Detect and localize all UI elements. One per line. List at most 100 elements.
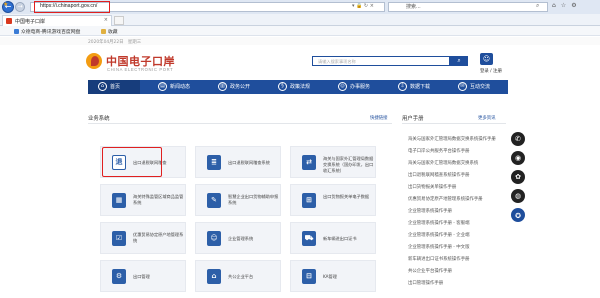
- manual-link[interactable]: 海关与国家外汇管理局数据交换系统: [408, 160, 478, 166]
- business-more-link[interactable]: 快捷链接: [370, 115, 388, 121]
- logo-icon[interactable]: [86, 53, 102, 69]
- window-icons[interactable]: ⌂☆⚙: [552, 2, 582, 9]
- home-icon: ⌂: [98, 82, 107, 91]
- favorites-star-icon[interactable]: ★: [3, 1, 8, 8]
- card-label: 智慧企业出口货物辅助申报系统: [228, 194, 279, 205]
- nav-item-label: 数据下载: [410, 84, 431, 90]
- card-label: 出口退税联网稽查系统: [228, 160, 270, 165]
- favorite-folder-icon: [101, 29, 106, 34]
- card-icon: ⌂: [207, 269, 221, 284]
- nav-item-label: 政务公开: [230, 84, 251, 90]
- card-label: 共公企业平台: [228, 274, 254, 279]
- manual-link[interactable]: 企业管理系统操作手册 - 客服端: [408, 220, 469, 226]
- service-icon: ◎: [338, 82, 347, 91]
- business-card[interactable]: ⚙ 出口管理: [100, 260, 186, 292]
- wechat-icon[interactable]: ✿: [511, 170, 525, 184]
- nav-item-label: 办事服务: [350, 84, 371, 90]
- manual-title: 用户手册: [402, 116, 424, 122]
- law-icon: §: [278, 82, 287, 91]
- business-card[interactable]: ☺ 企业管理系统: [195, 222, 281, 254]
- browser-search-placeholder[interactable]: 搜索...: [406, 3, 421, 10]
- qq-icon[interactable]: ◉: [511, 151, 525, 165]
- nav-item-label: 互动交流: [470, 84, 491, 90]
- manual-link[interactable]: 海关与国家外汇管理局数据交换系统操作手册: [408, 136, 496, 142]
- new-tab-button[interactable]: [114, 16, 124, 25]
- card-icon: ⊞: [302, 193, 316, 208]
- manual-link[interactable]: 优惠贸易协定原产地管理系统操作手册: [408, 196, 483, 202]
- nav-item-label: 政策法规: [290, 84, 311, 90]
- nav-item[interactable]: ⌂ 首页: [88, 80, 140, 94]
- tab-active[interactable]: 中国电子口岸 ×: [2, 15, 112, 26]
- nav-item[interactable]: ▥ 政务公开: [208, 80, 260, 94]
- nav-item[interactable]: § 政策法规: [268, 80, 320, 94]
- manual-link[interactable]: 出口货物报关单操作手册: [408, 184, 456, 190]
- nav-item-label: 首页: [110, 84, 121, 90]
- divider: [402, 123, 506, 124]
- user-icon[interactable]: ☺: [480, 53, 493, 65]
- close-icon[interactable]: ×: [104, 17, 108, 23]
- manual-link[interactable]: 共公企业平台操作手册: [408, 268, 452, 274]
- card-icon: ⊟: [302, 269, 316, 284]
- card-label: 出口货物报关单电子数据: [323, 194, 370, 199]
- card-icon: ☑: [112, 231, 126, 246]
- manual-link[interactable]: 新车辆进出口证书系统操作手册: [408, 256, 469, 262]
- site-search-button[interactable]: ⌕: [450, 56, 468, 66]
- nav-item[interactable]: ▤ 新闻动态: [148, 80, 200, 94]
- card-label: 海关特殊监管区域商品监管系统: [133, 194, 184, 205]
- url-tools[interactable]: ▾ 🔒 ↻ ×: [352, 3, 374, 9]
- business-card[interactable]: ⊞ 出口货物报关单电子数据: [290, 184, 376, 216]
- nav-item[interactable]: ✉ 互动交流: [448, 80, 500, 94]
- weibo-icon[interactable]: ◍: [511, 189, 525, 203]
- favorites-bar: [0, 26, 600, 36]
- news-icon: ▤: [158, 82, 167, 91]
- manual-link[interactable]: 出口退税联网稽查系统操作手册: [408, 172, 469, 178]
- business-card[interactable]: ⌂ 共公企业平台: [195, 260, 281, 292]
- manual-link[interactable]: 企业管理系统操作手册: [408, 208, 452, 214]
- card-label: 企业管理系统: [228, 236, 254, 241]
- favorite-site-icon: [14, 29, 19, 34]
- login-link[interactable]: 登录 / 注册: [480, 68, 502, 74]
- business-card[interactable]: ⊟ KA管理: [290, 260, 376, 292]
- business-card[interactable]: ≣ 出口退税联网稽查系统: [195, 146, 281, 178]
- nav-item[interactable]: ⇩ 数据下载: [388, 80, 440, 94]
- card-label: 出口管理: [133, 274, 150, 279]
- search-icon[interactable]: ⌕: [536, 2, 539, 10]
- card-icon: ⛟: [302, 231, 316, 246]
- site-favicon-icon: [6, 18, 12, 24]
- nav-item[interactable]: ◎ 办事服务: [328, 80, 380, 94]
- card-label: 新车辆进出口证书: [323, 236, 357, 241]
- favorite-link[interactable]: 收藏: [108, 28, 118, 35]
- card-icon: ⚙: [112, 269, 126, 284]
- manual-more-link[interactable]: 更多资讯: [478, 115, 496, 121]
- site-search-placeholder[interactable]: 请输入搜索事项名称: [318, 59, 356, 65]
- card-label: KA管理: [323, 274, 337, 279]
- chat-icon: ✉: [458, 82, 467, 91]
- card-icon: ☺: [207, 231, 221, 246]
- card-icon: ≣: [207, 155, 221, 170]
- business-card[interactable]: ☑ 优惠贸易协定原产地管理系统: [100, 222, 186, 254]
- nav-item-label: 新闻动态: [170, 84, 191, 90]
- business-card[interactable]: ⛟ 新车辆进出口证书: [290, 222, 376, 254]
- card-icon: ⇄: [302, 155, 316, 170]
- url-highlight-annotation: [34, 1, 110, 13]
- manual-link[interactable]: 企业管理系统操作手册 - 企业端: [408, 232, 469, 238]
- date-text: 2020年04月22日 星期三: [88, 40, 142, 45]
- card-label: 海关与国家外汇管理局数据交换系统（国办印发，出口收汇系统）: [323, 156, 374, 173]
- card-highlight-annotation: [102, 147, 162, 177]
- manual-link[interactable]: 企业管理系统操作手册 - 中文版: [408, 244, 469, 250]
- business-card[interactable]: ✎ 智慧企业出口货物辅助申报系统: [195, 184, 281, 216]
- whatsapp-icon[interactable]: ✆: [511, 132, 525, 146]
- manual-link[interactable]: 电子口岸公共服务平台操作手册: [408, 148, 469, 154]
- business-card[interactable]: ⇄ 海关与国家外汇管理局数据交换系统（国办印发，出口收汇系统）: [290, 146, 376, 178]
- divider: [88, 123, 392, 124]
- favorite-link[interactable]: 众德电商-腾讯游戏百度网盘: [21, 28, 80, 35]
- business-card[interactable]: ▦ 海关特殊监管区域商品监管系统: [100, 184, 186, 216]
- tab-title: 中国电子口岸: [15, 19, 46, 25]
- customs-logo-icon[interactable]: ✪: [511, 208, 525, 222]
- doc-icon: ▥: [218, 82, 227, 91]
- card-icon: ▦: [112, 193, 126, 208]
- card-icon: ✎: [207, 193, 221, 208]
- logo-subtitle: CHINA ELECTRONIC PORT: [107, 67, 174, 72]
- manual-link[interactable]: 出口管理操作手册: [408, 280, 443, 286]
- forward-button[interactable]: →: [15, 2, 25, 12]
